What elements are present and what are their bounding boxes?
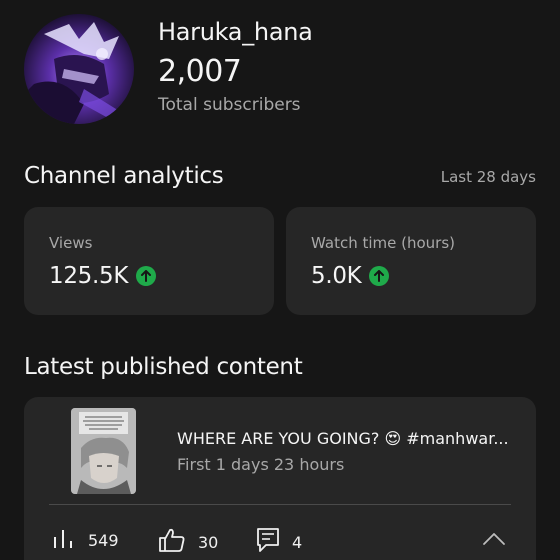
subscriber-count: 2,007	[158, 54, 242, 89]
arrow-up-icon	[369, 266, 390, 286]
latest-content-card[interactable]: WHERE ARE YOU GOING? 😍 #manhwar... First…	[24, 397, 536, 560]
subscriber-label: Total subscribers	[158, 95, 301, 115]
views-value-row: 125.5K	[49, 263, 157, 289]
video-likes-count: 30	[198, 532, 219, 552]
channel-name: Haruka_hana	[158, 18, 313, 46]
video-age: First 1 days 23 hours	[177, 455, 345, 474]
views-card[interactable]: Views 125.5K	[24, 207, 274, 315]
chevron-up-icon[interactable]	[480, 529, 508, 549]
latest-content-title: Latest published content	[24, 354, 303, 380]
thumbs-up-icon	[158, 527, 186, 557]
divider	[49, 504, 511, 505]
video-views-count: 549	[88, 530, 119, 550]
video-title[interactable]: WHERE ARE YOU GOING? 😍 #manhwar...	[177, 429, 509, 448]
watch-time-label: Watch time (hours)	[311, 234, 456, 252]
video-views-stat: 549	[52, 527, 119, 553]
manhwa-thumbnail-icon	[71, 408, 136, 494]
video-comments-count: 4	[292, 532, 303, 552]
comment-icon	[256, 527, 280, 557]
channel-avatar[interactable]	[24, 14, 134, 124]
watch-time-value-row: 5.0K	[311, 263, 390, 289]
watch-time-card[interactable]: Watch time (hours) 5.0K	[286, 207, 536, 315]
analytics-title: Channel analytics	[24, 163, 224, 189]
watch-time-value: 5.0K	[311, 263, 362, 289]
video-thumbnail[interactable]	[71, 408, 136, 494]
video-comments-stat: 4	[256, 527, 302, 557]
bar-chart-icon	[52, 527, 76, 553]
video-likes-stat: 30	[158, 527, 218, 557]
arrow-up-icon	[136, 266, 157, 286]
anime-character-avatar-icon	[24, 14, 134, 124]
views-value: 125.5K	[49, 263, 129, 289]
analytics-period[interactable]: Last 28 days	[441, 168, 536, 186]
views-label: Views	[49, 234, 93, 252]
